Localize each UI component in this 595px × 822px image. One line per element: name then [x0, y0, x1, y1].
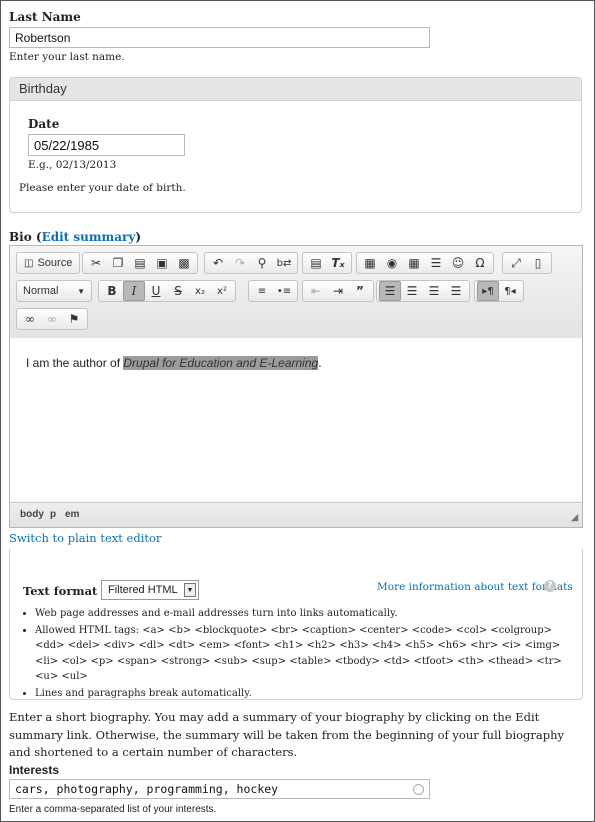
bio-description: Enter a short biography. You may add a s… [9, 710, 565, 759]
special-char-icon[interactable]: Ω [469, 253, 491, 273]
chevron-down-icon: ▼ [77, 286, 85, 296]
blockquote-icon[interactable]: ” [349, 281, 371, 301]
interests-label: Interests [9, 763, 60, 777]
bold-icon[interactable]: B [101, 281, 123, 301]
text-format-tips: Web page addresses and e-mail addresses … [21, 606, 575, 702]
switch-plain-text-link[interactable]: Switch to plain text editor [9, 531, 161, 545]
replace-icon[interactable]: b⇄ [273, 253, 295, 273]
path-item-body[interactable]: body [20, 509, 44, 520]
link-group: ∞ ∞ ⚑ [16, 308, 88, 330]
numbered-list-icon[interactable]: ≡ [251, 281, 273, 301]
cut-icon[interactable]: ✂ [85, 253, 107, 273]
align-right-icon[interactable]: ☰ [423, 281, 445, 301]
bulleted-list-icon[interactable]: •≡ [273, 281, 295, 301]
tip-item: Lines and paragraphs break automatically… [35, 686, 575, 702]
subscript-icon[interactable]: x₂ [189, 281, 211, 301]
align-left-icon[interactable]: ☰ [379, 281, 401, 301]
source-label: Source [37, 257, 73, 269]
unlink-icon[interactable]: ∞ [41, 309, 63, 329]
autocomplete-throbber-icon [413, 784, 424, 795]
source-button[interactable]: ◫ Source [19, 253, 77, 273]
help-icon[interactable]: ? [544, 580, 556, 592]
horizontal-rule-icon[interactable]: ☰ [425, 253, 447, 273]
last-name-description: Enter your last name. [9, 51, 125, 63]
paste-icon[interactable]: ▤ [129, 253, 151, 273]
text-format-select[interactable]: Filtered HTML ▼ [101, 580, 199, 600]
indent-icon[interactable]: ⇥ [327, 281, 349, 301]
resize-handle-icon[interactable]: ◢ [571, 512, 578, 523]
undo-icon[interactable]: ↶ [207, 253, 229, 273]
maximize-icon[interactable]: ⤢ [505, 253, 527, 273]
outdent-icon[interactable]: ⇤ [305, 281, 327, 301]
date-label: Date [28, 117, 60, 131]
bio-label-prefix: Bio ( [9, 230, 42, 244]
anchor-flag-icon[interactable]: ⚑ [63, 309, 85, 329]
element-path-bar: body p em ◢ [10, 502, 582, 527]
undo-group: ↶ ↷ ⚲ b⇄ [204, 252, 298, 274]
italic-icon[interactable]: I [123, 281, 145, 301]
copy-icon[interactable]: ❐ [107, 253, 129, 273]
select-all-icon[interactable]: ▤ [305, 253, 327, 273]
clipboard-group: ✂ ❐ ▤ ▣ ▩ [82, 252, 198, 274]
interests-description: Enter a comma-separated list of your int… [9, 804, 217, 815]
birthday-fieldset: Birthday Date 05/22/1985 E.g., 02/13/201… [9, 77, 582, 213]
birthday-legend[interactable]: Birthday [10, 78, 581, 101]
rtl-icon[interactable]: ¶◂ [499, 281, 521, 301]
table-icon[interactable]: ▦ [403, 253, 425, 273]
image-icon[interactable]: ▦ [359, 253, 381, 273]
direction-group: ▸¶ ¶◂ [474, 280, 524, 302]
source-icon: ◫ [24, 257, 34, 269]
interests-value: cars, photography, programming, hockey [15, 782, 279, 796]
formatting-group: ▤ Tₓ [302, 252, 352, 274]
format-combo[interactable]: Normal ▼ [16, 280, 92, 302]
editor-paragraph: I am the author of Drupal for Education … [26, 356, 322, 370]
content-suffix: . [318, 356, 322, 370]
bio-label-suffix: ) [135, 230, 142, 244]
dropdown-arrow-icon: ▼ [184, 583, 196, 597]
editor-content-area[interactable]: I am the author of Drupal for Education … [10, 338, 582, 504]
source-group: ◫ Source [16, 252, 81, 274]
format-combo-value: Normal [23, 285, 59, 297]
basic-styles-group: B I U S x₂ x² [98, 280, 236, 302]
superscript-icon[interactable]: x² [211, 281, 233, 301]
paste-text-icon[interactable]: ▣ [151, 253, 173, 273]
path-item-p[interactable]: p [50, 509, 56, 520]
align-center-icon[interactable]: ☰ [401, 281, 423, 301]
editor-toolbar: ◫ Source ✂ ❐ ▤ ▣ ▩ ↶ ↷ ⚲ b⇄ ▤ Tₓ ▦ ◉ ▦ ☰ … [10, 246, 582, 339]
path-item-em[interactable]: em [65, 509, 79, 520]
tip-item: Web page addresses and e-mail addresses … [35, 606, 575, 622]
last-name-input[interactable]: Robertson [9, 27, 430, 48]
find-icon[interactable]: ⚲ [251, 253, 273, 273]
link-icon[interactable]: ∞ [19, 309, 41, 329]
tip-item: Allowed HTML tags: <a> <b> <blockquote> … [35, 623, 575, 685]
interests-input[interactable]: cars, photography, programming, hockey [9, 779, 430, 799]
text-format-label: Text format [23, 584, 98, 598]
underline-icon[interactable]: U [145, 281, 167, 301]
content-prefix: I am the author of [26, 356, 124, 370]
last-name-label: Last Name [9, 10, 81, 24]
date-input[interactable]: 05/22/1985 [28, 134, 185, 156]
birthday-description: Please enter your date of birth. [19, 182, 186, 194]
insert-group: ▦ ◉ ▦ ☰ ☺ Ω [356, 252, 494, 274]
list-group: ≡ •≡ [248, 280, 298, 302]
content-italic: Drupal for Education and E-Learning [123, 356, 319, 370]
show-blocks-icon[interactable]: ▯ [527, 253, 549, 273]
ltr-icon[interactable]: ▸¶ [477, 281, 499, 301]
justify-icon[interactable]: ☰ [445, 281, 467, 301]
text-format-value: Filtered HTML [108, 584, 178, 596]
redo-icon[interactable]: ↷ [229, 253, 251, 273]
paste-word-icon[interactable]: ▩ [173, 253, 195, 273]
remove-format-icon[interactable]: Tₓ [327, 253, 349, 273]
strike-icon[interactable]: S [167, 281, 189, 301]
indent-group: ⇤ ⇥ ” [302, 280, 374, 302]
date-example: E.g., 02/13/2013 [28, 159, 117, 171]
align-group: ☰ ☰ ☰ ☰ [376, 280, 470, 302]
flash-icon[interactable]: ◉ [381, 253, 403, 273]
bio-label: Bio (Edit summary) [9, 230, 141, 244]
rich-text-editor: ◫ Source ✂ ❐ ▤ ▣ ▩ ↶ ↷ ⚲ b⇄ ▤ Tₓ ▦ ◉ ▦ ☰ … [9, 245, 583, 528]
view-group: ⤢ ▯ [502, 252, 552, 274]
smiley-icon[interactable]: ☺ [447, 253, 469, 273]
edit-summary-link[interactable]: Edit summary [42, 230, 136, 244]
